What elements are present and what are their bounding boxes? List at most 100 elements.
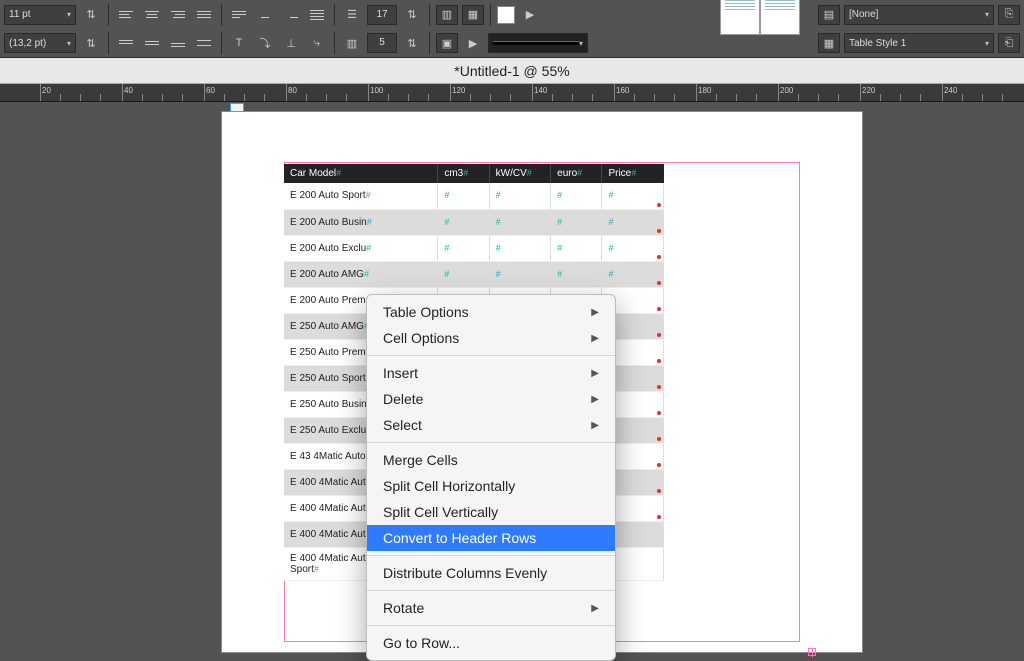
document-title-bar: *Untitled-1 @ 55% xyxy=(0,58,1024,84)
table-header-cell[interactable]: kW/CV# xyxy=(489,164,551,183)
merge-cells-icon[interactable]: ▦ xyxy=(462,5,484,25)
menu-item[interactable]: Rotate▶ xyxy=(367,595,615,621)
valign-bottom-icon[interactable] xyxy=(167,33,189,53)
menu-item[interactable]: Split Cell Vertically xyxy=(367,499,615,525)
text-rotate-cw-icon[interactable]: ⤵ xyxy=(254,33,276,53)
table-cell[interactable]: # xyxy=(438,261,489,287)
menu-item[interactable]: Insert▶ xyxy=(367,360,615,386)
justify-left-icon[interactable] xyxy=(228,5,250,25)
text-upside-icon[interactable]: ⊥ xyxy=(280,33,302,53)
menu-item-label: Table Options xyxy=(383,304,469,320)
table-header-cell[interactable]: cm3# xyxy=(438,164,489,183)
table-cell[interactable]: # xyxy=(438,209,489,235)
table-cell[interactable]: # xyxy=(489,209,551,235)
table-cell[interactable]: # xyxy=(602,261,664,287)
table-options-icon[interactable]: ▤ xyxy=(818,5,840,25)
rows-stepper-icon[interactable]: ⇅ xyxy=(401,5,423,25)
table-cell[interactable]: E 200 Auto Sport# xyxy=(284,183,438,209)
merge-none-icon[interactable]: ▥ xyxy=(436,5,458,25)
text-rotate-ccw-icon[interactable]: ⤷ xyxy=(306,33,328,53)
text-T-icon[interactable]: T xyxy=(228,33,250,53)
table-header-cell[interactable]: Price# xyxy=(602,164,664,183)
table-row[interactable]: E 200 Auto AMG##### xyxy=(284,261,664,287)
table-cell[interactable]: # xyxy=(489,183,551,209)
table-cell[interactable]: E 200 Auto Exclu# xyxy=(284,235,438,261)
valign-middle-icon[interactable] xyxy=(141,33,163,53)
menu-item[interactable]: Cell Options ▶ xyxy=(367,325,615,351)
submenu-arrow-icon: ▶ xyxy=(591,333,599,344)
ruler-label: 60 xyxy=(206,86,215,95)
menu-item-label: Convert to Header Rows xyxy=(383,530,536,546)
ruler-label: 200 xyxy=(780,86,793,95)
cols-field[interactable]: 5 xyxy=(367,33,397,53)
table-cell[interactable]: # xyxy=(551,261,602,287)
table-cell[interactable]: # xyxy=(551,183,602,209)
menu-item-label: Distribute Columns Evenly xyxy=(383,565,547,581)
extra-icon[interactable]: ⎘ xyxy=(998,5,1020,25)
stroke-style-dropdown[interactable]: ▾ xyxy=(488,33,588,53)
table-cell[interactable]: # xyxy=(489,235,551,261)
valign-justify-icon[interactable] xyxy=(193,33,215,53)
context-menu: Table Options▶Cell Options▶Insert▶Delete… xyxy=(366,294,616,661)
horizontal-ruler[interactable]: 20406080100120140160180200220240 xyxy=(0,84,1024,102)
table-row[interactable]: E 200 Auto Exclu##### xyxy=(284,235,664,261)
font-size-dropdown[interactable]: 11 pt▾ xyxy=(4,5,76,25)
table-cell[interactable]: # xyxy=(602,209,664,235)
table-cell[interactable]: E 200 Auto Busin# xyxy=(284,209,438,235)
menu-item[interactable]: Table Options ▶ xyxy=(367,299,615,325)
table-style-none-dropdown[interactable]: [None]▾ xyxy=(844,5,994,25)
menu-item[interactable]: Select▶ xyxy=(367,412,615,438)
table-cell[interactable]: # xyxy=(551,209,602,235)
cell-style-icon[interactable]: ▦ xyxy=(818,33,840,53)
table-cell[interactable]: # xyxy=(438,183,489,209)
justify-right-icon[interactable] xyxy=(280,5,302,25)
menu-divider xyxy=(367,555,615,556)
fill-swatch[interactable] xyxy=(497,6,515,24)
menu-item[interactable]: Go to Row... xyxy=(367,630,615,656)
table-cell[interactable]: # xyxy=(602,183,664,209)
stroke-proxy-icon[interactable]: ▣ xyxy=(436,33,458,53)
justify-all-icon[interactable] xyxy=(306,5,328,25)
stroke-play-icon[interactable]: ▶ xyxy=(462,33,484,53)
overset-text-icon[interactable] xyxy=(808,648,816,656)
ruler-label: 80 xyxy=(288,86,297,95)
align-top-left-icon[interactable] xyxy=(115,5,137,25)
submenu-arrow-icon: ▶ xyxy=(591,307,599,318)
canvas-area[interactable]: Car Model#cm3#kW/CV#euro#Price# E 200 Au… xyxy=(0,102,1024,658)
justify-center-icon[interactable] xyxy=(254,5,276,25)
table-header-cell[interactable]: euro# xyxy=(551,164,602,183)
rows-field[interactable]: 17 xyxy=(367,5,397,25)
leading-stepper-icon[interactable]: ⇅ xyxy=(80,33,102,53)
align-top-center-icon[interactable] xyxy=(141,5,163,25)
menu-item[interactable]: Merge Cells xyxy=(367,447,615,473)
thread-in-port-icon[interactable] xyxy=(230,103,244,112)
table-cell[interactable]: # xyxy=(489,261,551,287)
submenu-arrow-icon: ▶ xyxy=(591,394,599,405)
extra2-icon[interactable]: ⎗ xyxy=(998,33,1020,53)
menu-item[interactable]: Convert to Header Rows xyxy=(367,525,615,551)
table-header-cell[interactable]: Car Model# xyxy=(284,164,438,183)
table-row[interactable]: E 200 Auto Sport##### xyxy=(284,183,664,209)
menu-item[interactable]: Split Cell Horizontally xyxy=(367,473,615,499)
ruler-label: 40 xyxy=(124,86,133,95)
table-cell[interactable]: E 200 Auto AMG# xyxy=(284,261,438,287)
fill-play-icon[interactable]: ▶ xyxy=(519,5,541,25)
stepper-icon[interactable]: ⇅ xyxy=(80,5,102,25)
menu-item-label: Delete xyxy=(383,391,423,407)
align-top-justify-icon[interactable] xyxy=(193,5,215,25)
leading-dropdown[interactable]: (13,2 pt)▾ xyxy=(4,33,76,53)
menu-item-label: Split Cell Vertically xyxy=(383,504,498,520)
menu-item[interactable]: Delete ▶ xyxy=(367,386,615,412)
table-row[interactable]: E 200 Auto Busin##### xyxy=(284,209,664,235)
menu-item-label: Cell Options xyxy=(383,330,459,346)
valign-top-icon[interactable] xyxy=(115,33,137,53)
align-top-right-icon[interactable] xyxy=(167,5,189,25)
table-cell[interactable]: # xyxy=(438,235,489,261)
table-cell[interactable]: # xyxy=(602,235,664,261)
ruler-label: 140 xyxy=(534,86,547,95)
table-cell[interactable]: # xyxy=(551,235,602,261)
submenu-arrow-icon: ▶ xyxy=(591,368,599,379)
cols-stepper-icon[interactable]: ⇅ xyxy=(401,33,423,53)
table-style-dropdown[interactable]: Table Style 1▾ xyxy=(844,33,994,53)
menu-item[interactable]: Distribute Columns Evenly xyxy=(367,560,615,586)
